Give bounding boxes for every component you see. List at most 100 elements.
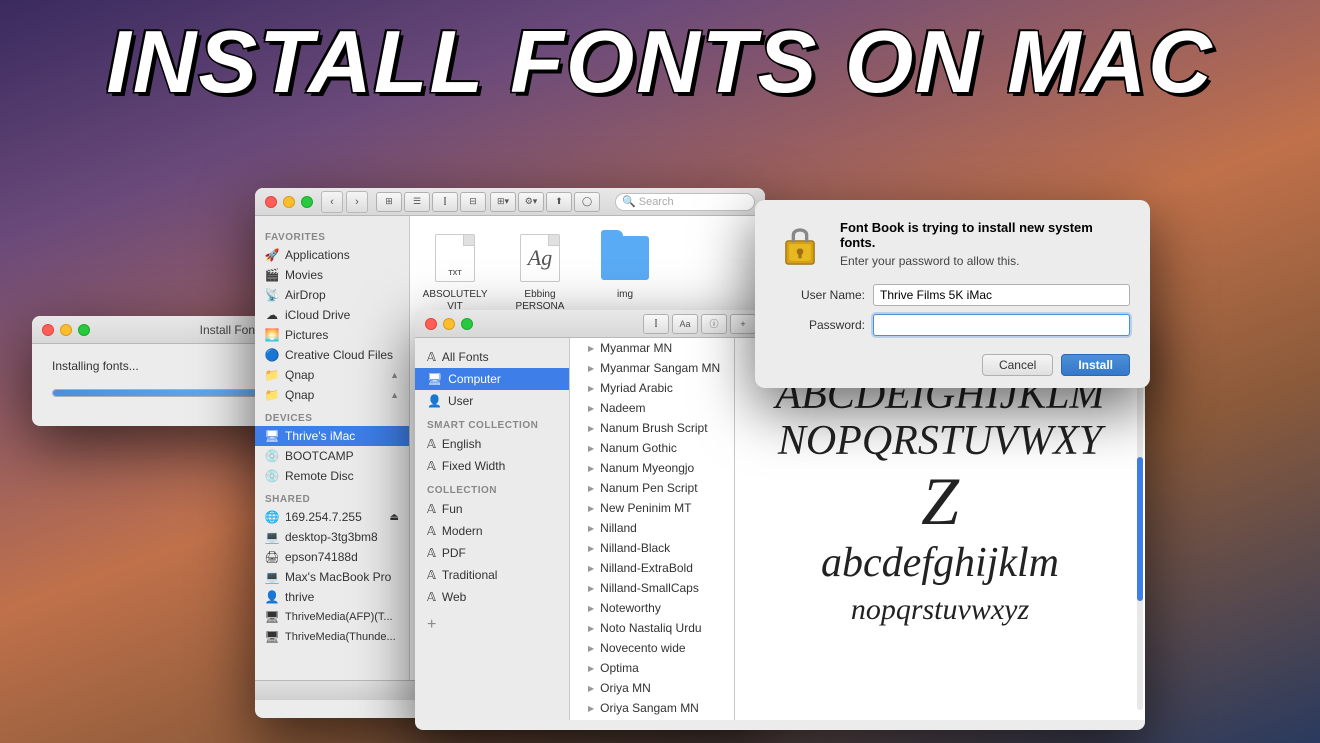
fontbook-toolbar-add[interactable]: +: [730, 314, 756, 334]
font-item-oriya-mn[interactable]: Oriya MN: [570, 678, 734, 698]
sidebar-item-desktop[interactable]: 💻 desktop-3tg3bm8: [255, 527, 409, 547]
font-item-nilland-extrabold[interactable]: Nilland-ExtraBold: [570, 558, 734, 578]
collection-user[interactable]: 👤 User: [415, 390, 569, 412]
font-item-new-peninim[interactable]: New Peninim MT: [570, 498, 734, 518]
collection-fixed-width[interactable]: 𝔸 Fixed Width: [415, 455, 569, 477]
sidebar-item-macbook[interactable]: 💻 Max's MacBook Pro: [255, 567, 409, 587]
finder-share-button[interactable]: ⬆: [546, 192, 572, 212]
maximize-button[interactable]: [78, 324, 90, 336]
font-item-nanum-pen[interactable]: Nanum Pen Script: [570, 478, 734, 498]
close-button[interactable]: [42, 324, 54, 336]
sidebar-item-thrivemedia-thunder[interactable]: 🖥 ThriveMedia(Thunde...: [255, 627, 409, 647]
font-item-oriya-sangam[interactable]: Oriya Sangam MN: [570, 698, 734, 718]
sidebar-item-pictures[interactable]: 🌅 Pictures: [255, 325, 409, 345]
finder-view-list[interactable]: ☰: [404, 192, 430, 212]
collection-web[interactable]: 𝔸 Web: [415, 586, 569, 608]
finder-action-button[interactable]: ⚙▾: [518, 192, 544, 212]
finder-close-button[interactable]: [265, 196, 277, 208]
font-item-nilland-smallcaps[interactable]: Nilland-SmallCaps: [570, 578, 734, 598]
preview-scrollbar[interactable]: [1137, 348, 1143, 710]
font-item-myriad-arabic[interactable]: Myriad Arabic: [570, 378, 734, 398]
font-item-nanum-brush[interactable]: Nanum Brush Script: [570, 418, 734, 438]
finder-search[interactable]: 🔍 Search: [615, 193, 755, 211]
fontbook-maximize-button[interactable]: [461, 318, 473, 330]
bootcamp-icon: 💿: [265, 449, 279, 463]
sidebar-item-qnap-2[interactable]: 📁 Qnap ▲: [255, 385, 409, 405]
file-grid: TXT ABSOLUTELY VIT Ag Ebbing PERSONA: [420, 226, 755, 317]
font-item-osaka[interactable]: Osaka: [570, 718, 734, 720]
finder-view-icons[interactable]: ⊞: [376, 192, 402, 212]
server-2-icon: 🖥: [265, 630, 279, 644]
eject-icon[interactable]: ⏏: [390, 512, 399, 523]
font-item-noto-nastaliq[interactable]: Noto Nastaliq Urdu: [570, 618, 734, 638]
font-item-nilland-black[interactable]: Nilland-Black: [570, 538, 734, 558]
sidebar-item-label: iCloud Drive: [285, 308, 350, 322]
font-item-nadeem[interactable]: Nadeem: [570, 398, 734, 418]
collection-all-fonts[interactable]: 𝔸 All Fonts: [415, 346, 569, 368]
finder-maximize-button[interactable]: [301, 196, 313, 208]
sidebar-item-applications[interactable]: 🚀 Applications: [255, 245, 409, 265]
fontbook-toolbar-info[interactable]: ⓘ: [701, 314, 727, 334]
sidebar-item-label: epson74188d: [285, 550, 358, 564]
progress-fill: [53, 390, 288, 396]
sidebar-item-epson[interactable]: 🖨 epson74188d: [255, 547, 409, 567]
collection-traditional[interactable]: 𝔸 Traditional: [415, 564, 569, 586]
collection-fun[interactable]: 𝔸 Fun: [415, 498, 569, 520]
finder-tag-button[interactable]: ◯: [574, 192, 600, 212]
sidebar-item-remote-disc[interactable]: 💿 Remote Disc: [255, 466, 409, 486]
password-row: Password:: [775, 314, 1130, 336]
finder-forward-button[interactable]: ›: [346, 191, 368, 213]
sidebar-item-thrivemedia-afp[interactable]: 🖥 ThriveMedia(AFP)(T...: [255, 607, 409, 627]
sidebar-item-creative-cloud[interactable]: 🔵 Creative Cloud Files: [255, 345, 409, 365]
font-item-novecento[interactable]: Novecento wide: [570, 638, 734, 658]
font-item-myanmar-mn[interactable]: Myanmar MN: [570, 338, 734, 358]
web-icon: 𝔸: [427, 590, 436, 604]
pwd-texts: Font Book is trying to install new syste…: [840, 220, 1130, 270]
server-1-icon: 🖥: [265, 610, 279, 624]
font-item-optima[interactable]: Optima: [570, 658, 734, 678]
password-input[interactable]: [873, 314, 1130, 336]
install-button[interactable]: Install: [1061, 354, 1130, 376]
sidebar-item-airdrop[interactable]: 📡 AirDrop: [255, 285, 409, 305]
sidebar-item-qnap-1[interactable]: 📁 Qnap ▲: [255, 365, 409, 385]
fontbook-minimize-button[interactable]: [443, 318, 455, 330]
fontbook-toolbar-columns[interactable]: ⫿: [643, 314, 669, 334]
file-item-font[interactable]: Ag Ebbing PERSONA: [505, 226, 575, 317]
sidebar-item-169[interactable]: 🌐 169.254.7.255 ⏏: [255, 507, 409, 527]
collection-computer[interactable]: 🖥 Computer: [415, 368, 569, 390]
user-icon: 👤: [265, 590, 279, 604]
fontbook-toolbar-aa[interactable]: Aa: [672, 314, 698, 334]
shared-header: SHARED: [255, 486, 409, 507]
sidebar-item-bootcamp[interactable]: 💿 BOOTCAMP: [255, 446, 409, 466]
font-item-myanmar-sangam[interactable]: Myanmar Sangam MN: [570, 358, 734, 378]
sidebar-item-label: Remote Disc: [285, 469, 354, 483]
sidebar-item-icloud[interactable]: ☁ iCloud Drive: [255, 305, 409, 325]
finder-minimize-button[interactable]: [283, 196, 295, 208]
collection-modern[interactable]: 𝔸 Modern: [415, 520, 569, 542]
username-input[interactable]: [873, 284, 1130, 306]
finder-arrange-button[interactable]: ⊞▾: [490, 192, 516, 212]
collection-pdf[interactable]: 𝔸 PDF: [415, 542, 569, 564]
sidebar-item-thrive-shared[interactable]: 👤 thrive: [255, 587, 409, 607]
file-item-txt[interactable]: TXT ABSOLUTELY VIT: [420, 226, 490, 317]
minimize-button[interactable]: [60, 324, 72, 336]
add-collection-button[interactable]: +: [427, 616, 436, 633]
cancel-button[interactable]: Cancel: [982, 354, 1053, 376]
font-item-noteworthy[interactable]: Noteworthy: [570, 598, 734, 618]
collection-english[interactable]: 𝔸 English: [415, 433, 569, 455]
file-item-folder[interactable]: img: [590, 226, 660, 317]
fontbook-font-list: Myanmar MN Myanmar Sangam MN Myriad Arab…: [570, 338, 735, 720]
finder-view-coverflow[interactable]: ⊟: [460, 192, 486, 212]
fun-icon: 𝔸: [427, 502, 436, 516]
finder-view-columns[interactable]: ⫿: [432, 192, 458, 212]
preview-line3: Z: [750, 464, 1130, 539]
font-item-nanum-myeongjo[interactable]: Nanum Myeongjo: [570, 458, 734, 478]
fontbook-close-button[interactable]: [425, 318, 437, 330]
finder-back-button[interactable]: ‹: [321, 191, 343, 213]
font-item-nilland[interactable]: Nilland: [570, 518, 734, 538]
sidebar-item-thrive-imac[interactable]: 🖥 Thrive's iMac: [255, 426, 409, 446]
sidebar-item-movies[interactable]: 🎬 Movies: [255, 265, 409, 285]
font-file-icon-wrapper: Ag: [516, 230, 564, 286]
sidebar-item-label: Thrive's iMac: [285, 429, 355, 443]
font-item-nanum-gothic[interactable]: Nanum Gothic: [570, 438, 734, 458]
